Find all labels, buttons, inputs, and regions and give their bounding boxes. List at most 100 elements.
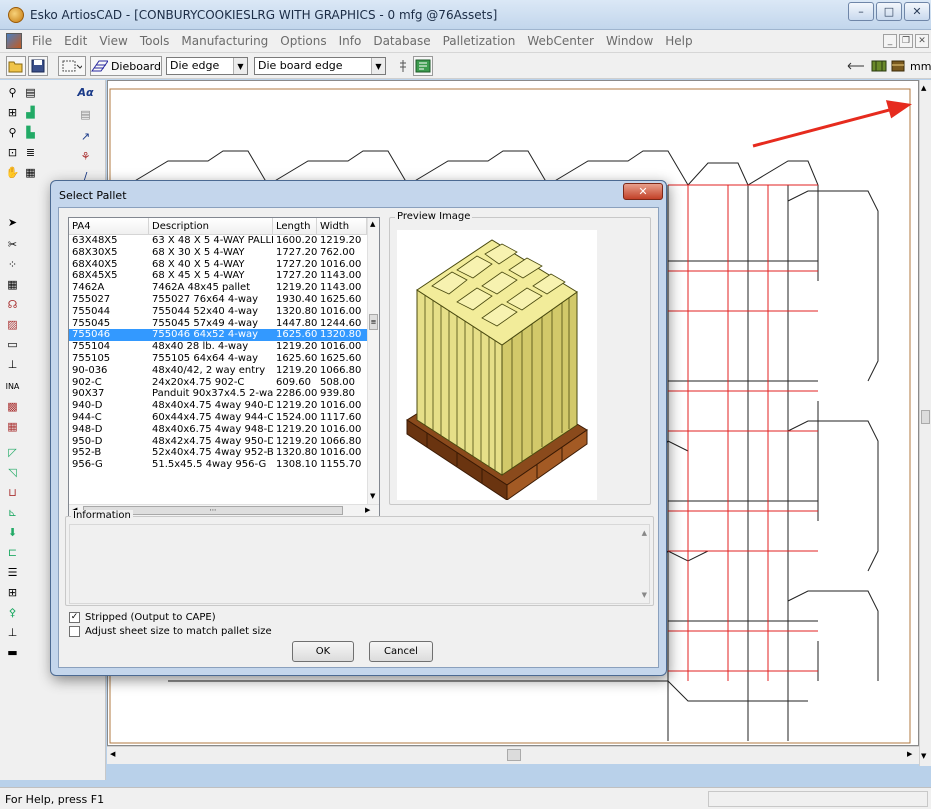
bracket-icon[interactable]: ⊏ bbox=[4, 544, 21, 561]
box-view-button[interactable] bbox=[889, 56, 907, 76]
zoom-extents-icon[interactable]: ⊡ bbox=[4, 144, 21, 161]
open-button[interactable] bbox=[6, 56, 26, 76]
canvas-horizontal-scrollbar[interactable]: ◀ ▶ bbox=[107, 746, 919, 764]
fork-icon[interactable]: ⚴ bbox=[4, 604, 21, 621]
stack-icon[interactable]: ≣ bbox=[22, 144, 39, 161]
stripes-icon[interactable]: ▨ bbox=[4, 316, 21, 333]
canvas-vertical-scrollbar[interactable]: ▲ ▼ bbox=[919, 80, 931, 766]
scroll-right-icon[interactable]: ▶ bbox=[907, 750, 912, 758]
comb-icon[interactable]: ⊔ bbox=[4, 484, 21, 501]
menu-edit[interactable]: Edit bbox=[58, 34, 93, 48]
scroll-up-icon[interactable]: ▲ bbox=[370, 220, 375, 228]
menu-palletization[interactable]: Palletization bbox=[437, 34, 522, 48]
table-row[interactable]: 68X30X5 68 X 30 X 5 4-WAY 1727.20 762.00 bbox=[69, 247, 367, 259]
document-icon[interactable] bbox=[6, 33, 22, 49]
arc-icon[interactable]: ☊ bbox=[4, 296, 21, 313]
stripped-checkbox[interactable]: ✓ Stripped (Output to CAPE) bbox=[69, 612, 216, 623]
layer-button[interactable] bbox=[394, 56, 412, 76]
table-row[interactable]: 90X37 Panduit 90x37x4.5 2-way 2286.00 939.8… bbox=[69, 388, 367, 400]
information-textbox[interactable]: ▲ ▼ bbox=[69, 524, 650, 604]
table-row[interactable]: 68X40X5 68 X 40 X 5 4-WAY 1727.20 1016.00 bbox=[69, 259, 367, 271]
column-header-description[interactable]: Description bbox=[149, 218, 273, 235]
zoom-out-icon[interactable]: ⚲ bbox=[4, 124, 21, 141]
table-row[interactable]: 940-D 48x40x4.75 4way 940-D 1219.20 1016.00 bbox=[69, 400, 367, 412]
scroll-up-icon[interactable]: ▲ bbox=[921, 84, 926, 92]
table-icon[interactable]: ⊞ bbox=[4, 584, 21, 601]
table-row[interactable]: 755104 48x40 28 lb. 4-way 1219.20 1016.00 bbox=[69, 341, 367, 353]
pallet-view-button[interactable] bbox=[870, 56, 888, 76]
measure-icon[interactable]: ⊥ bbox=[4, 356, 21, 373]
menu-view[interactable]: View bbox=[93, 34, 133, 48]
list-scroll-thumb[interactable]: ≡ bbox=[369, 314, 378, 330]
stamp-icon[interactable]: ⚘ bbox=[77, 148, 94, 165]
mdi-close-button[interactable]: ✕ bbox=[915, 34, 929, 48]
table-row[interactable]: 755044 755044 52x40 4-way 1320.80 1016.00 bbox=[69, 306, 367, 318]
menu-info[interactable]: Info bbox=[333, 34, 368, 48]
table-row[interactable]: 68X45X5 68 X 45 X 5 4-WAY 1727.20 1143.00 bbox=[69, 270, 367, 282]
fold-icon[interactable]: ◸ bbox=[4, 444, 21, 461]
pattern-icon[interactable]: ▩ bbox=[4, 398, 21, 415]
dimension-table-icon[interactable]: ▤ bbox=[77, 106, 94, 123]
scroll-left-icon[interactable]: ◀ bbox=[110, 750, 115, 758]
table-row[interactable]: 7462A 7462A 48x45 pallet 1219.20 1143.00 bbox=[69, 282, 367, 294]
table-row[interactable]: 755045 755045 57x49 4-way 1447.80 1244.60 bbox=[69, 318, 367, 330]
dialog-close-button[interactable]: ✕ bbox=[623, 183, 663, 200]
view-mode-dropdown[interactable] bbox=[58, 56, 86, 76]
table-row[interactable]: 944-C 60x44x4.75 4way 944-C 1524.00 1117.60 bbox=[69, 412, 367, 424]
column-header-length[interactable]: Length bbox=[273, 218, 317, 235]
select-arrow-icon[interactable]: ➤ bbox=[4, 214, 21, 231]
vertical-scroll-thumb[interactable] bbox=[921, 410, 930, 424]
pallet-list[interactable]: PA4 Description Length Width 63X48X5 63 X… bbox=[68, 217, 380, 517]
scroll-right-icon[interactable]: ▶ bbox=[365, 506, 370, 514]
table-row[interactable]: 755027 755027 76x64 4-way 1930.40 1625.60 bbox=[69, 294, 367, 306]
trim-icon[interactable]: ✂ bbox=[4, 236, 21, 253]
menu-database[interactable]: Database bbox=[367, 34, 436, 48]
rectangle-icon[interactable]: ▭ bbox=[4, 336, 21, 353]
horizontal-scroll-thumb[interactable] bbox=[507, 749, 521, 761]
minimize-button[interactable]: – bbox=[848, 2, 874, 21]
mdi-minimize-button[interactable]: _ bbox=[883, 34, 897, 48]
page-icon[interactable]: ▦ bbox=[22, 164, 39, 181]
green-layer-icon[interactable]: ▙ bbox=[22, 124, 39, 141]
edge-type-select[interactable]: Die edge ▼ bbox=[166, 57, 248, 75]
menu-file[interactable]: File bbox=[26, 34, 58, 48]
close-button[interactable]: ✕ bbox=[904, 2, 930, 21]
arrow-tool-icon[interactable]: ↗ bbox=[77, 128, 94, 145]
table-row[interactable]: 90-036 48x40/42, 2 way entry 1219.20 1066.8… bbox=[69, 365, 367, 377]
menu-options[interactable]: Options bbox=[274, 34, 332, 48]
down-arrow-icon[interactable]: ⬇ bbox=[4, 524, 21, 541]
stripped-check-mark[interactable]: ✓ bbox=[69, 612, 80, 623]
graphics-button[interactable] bbox=[413, 56, 433, 76]
save-button[interactable] bbox=[28, 56, 48, 76]
units-label[interactable]: mm bbox=[910, 60, 931, 73]
menu-window[interactable]: Window bbox=[600, 34, 659, 48]
zoom-icon[interactable]: ⚲ bbox=[4, 84, 21, 101]
menu-help[interactable]: Help bbox=[659, 34, 698, 48]
scroll-up-icon[interactable]: ▲ bbox=[642, 529, 647, 537]
tray-icon[interactable]: ▬ bbox=[4, 644, 21, 661]
menu-tools[interactable]: Tools bbox=[134, 34, 176, 48]
table-row[interactable]: 63X48X5 63 X 48 X 5 4-WAY PALLET 1600.20 12… bbox=[69, 235, 367, 247]
zoom-window-icon[interactable]: ⊞ bbox=[4, 104, 21, 121]
scroll-down-icon[interactable]: ▼ bbox=[370, 492, 375, 500]
board-edge-select[interactable]: Die board edge ▼ bbox=[254, 57, 386, 75]
pan-hand-icon[interactable]: ✋ bbox=[4, 164, 21, 181]
table-row[interactable]: 755046 755046 64x52 4-way 1625.60 1320.80 bbox=[69, 329, 367, 342]
mdi-restore-button[interactable]: ❐ bbox=[899, 34, 913, 48]
ina-icon[interactable]: INA bbox=[4, 378, 21, 395]
list-vertical-scrollbar[interactable]: ▲ ≡ ▼ bbox=[367, 218, 379, 504]
diagonal-icon[interactable]: ◹ bbox=[4, 464, 21, 481]
window-titlebar[interactable]: Esko ArtiosCAD - [CONBURYCOOKIESLRG WITH… bbox=[0, 0, 931, 30]
list-icon[interactable]: ☰ bbox=[4, 564, 21, 581]
scroll-down-icon[interactable]: ▼ bbox=[921, 752, 926, 760]
dieboard-button[interactable]: Dieboard bbox=[90, 56, 162, 76]
cancel-button[interactable]: Cancel bbox=[369, 641, 433, 662]
column-header-width[interactable]: Width bbox=[317, 218, 367, 235]
table-row[interactable]: 952-B 52x40x4.75 4way 952-B 1320.80 1016.00 bbox=[69, 447, 367, 459]
text-tool-icon[interactable]: Aα bbox=[77, 84, 94, 101]
table-row[interactable]: 950-D 48x42x4.75 4way 950-D 1219.20 1066.80 bbox=[69, 436, 367, 448]
table-row[interactable]: 948-D 48x40x6.75 4way 948-D 1219.20 1016.00 bbox=[69, 424, 367, 436]
column-header-pa4[interactable]: PA4 bbox=[69, 218, 149, 235]
table-row[interactable]: 956-G 51.5x45.5 4way 956-G 1308.10 1155.70 bbox=[69, 459, 367, 471]
table-row[interactable]: 755105 755105 64x64 4-way 1625.60 1625.60 bbox=[69, 353, 367, 365]
